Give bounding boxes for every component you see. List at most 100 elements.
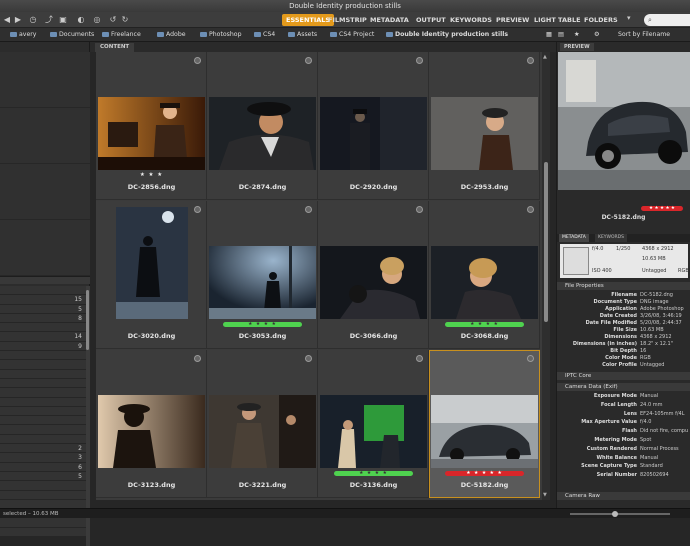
tab-metadata[interactable]: METADATA	[559, 234, 589, 242]
filter-row[interactable]	[0, 286, 86, 296]
workspace-menu-chevron-icon[interactable]: ▾	[627, 14, 631, 22]
filter-panel-header[interactable]	[0, 276, 90, 284]
filter-row[interactable]: 15	[0, 295, 86, 305]
rating-stars[interactable]: ★ ★ ★	[96, 172, 207, 178]
filter-row[interactable]	[0, 490, 86, 500]
thumbnail-cell[interactable]: DC-2953.dng	[429, 52, 540, 200]
label-bar[interactable]: ★ ★ ★ ★	[223, 322, 302, 327]
thumbnail-cell[interactable]: ★ ★ ★ ★ DC-3068.dng	[429, 201, 540, 349]
breadcrumb-adobe[interactable]: Adobe	[157, 28, 186, 42]
reveal-icon[interactable]: ⤴	[44, 15, 54, 25]
section-camera-raw[interactable]: Camera Raw	[557, 492, 690, 500]
workspace-metadata[interactable]: METADATA	[366, 14, 413, 26]
filter-row[interactable]: 5	[0, 304, 86, 314]
rotate-left-icon[interactable]: ↺	[108, 15, 118, 25]
scroll-thumb[interactable]	[86, 290, 89, 350]
section-file-properties[interactable]: File Properties	[557, 282, 690, 290]
filter-row[interactable]	[0, 518, 86, 528]
filter-row[interactable]	[0, 406, 86, 417]
content-grid: ★ ★ ★ DC-2856.dng DC-2874.dng DC-2920.dn…	[96, 52, 542, 500]
slider-knob[interactable]	[612, 511, 618, 517]
label-bar[interactable]: ★ ★ ★ ★ ★	[445, 471, 524, 476]
workspace-filmstrip[interactable]: FILMSTRIP	[324, 14, 371, 26]
filter-row[interactable]: 9	[0, 341, 86, 352]
filter-row[interactable]: 6	[0, 462, 86, 472]
history-icon[interactable]: ◷	[28, 15, 38, 25]
workspace-preview[interactable]: PREVIEW	[492, 14, 533, 26]
thumbnail-cell[interactable]: DC-3123.dng	[96, 350, 207, 498]
filter-row[interactable]	[0, 434, 86, 445]
view-list-icon[interactable]: ▤	[558, 28, 564, 42]
breadcrumb-current-folder[interactable]: Double Identity production stills	[386, 28, 508, 42]
options-icon[interactable]: ⚙	[594, 28, 600, 42]
thumbnail-size-slider[interactable]	[570, 513, 670, 515]
section-camera-data[interactable]: Camera Data (Exif)	[557, 383, 690, 391]
tab-content[interactable]: CONTENT	[95, 43, 135, 52]
filter-row[interactable]	[0, 425, 86, 435]
filter-row[interactable]: 8	[0, 313, 86, 324]
filter-row[interactable]: 5	[0, 471, 86, 482]
content-scrollbar[interactable]: ▲ ▼	[542, 52, 550, 500]
label-bar[interactable]: ★ ★ ★ ★	[445, 322, 524, 327]
forward-icon[interactable]: ▶	[13, 15, 23, 25]
filter-row[interactable]: 3	[0, 453, 86, 463]
scroll-down-icon[interactable]: ▼	[543, 492, 547, 498]
filter-row[interactable]: 14	[0, 332, 86, 342]
breadcrumb-assets[interactable]: Assets	[288, 28, 317, 42]
filter-row[interactable]	[0, 323, 86, 333]
rotate-right-icon[interactable]: ↻	[120, 15, 130, 25]
thumbnail-cell[interactable]: DC-3221.dng	[207, 350, 318, 498]
filter-row[interactable]: 2	[0, 444, 86, 454]
tab-keywords[interactable]: KEYWORDS	[595, 234, 627, 242]
scroll-thumb[interactable]	[544, 162, 548, 322]
folder-icon	[157, 31, 164, 37]
thumbnail-cell[interactable]: ★ ★ ★ ★ DC-3053.dng	[207, 201, 318, 349]
list-item[interactable]	[0, 220, 90, 276]
workspace-light-table[interactable]: LIGHT TABLE	[530, 14, 585, 26]
workspace-output[interactable]: OUTPUT	[412, 14, 450, 26]
breadcrumb-cs4[interactable]: CS4	[254, 28, 275, 42]
camera-icon[interactable]: ▣	[58, 15, 68, 25]
filter-row[interactable]	[0, 527, 86, 538]
filter-row[interactable]	[0, 351, 86, 361]
workspace-keywords[interactable]: KEYWORDS	[446, 14, 496, 26]
filter-row[interactable]	[0, 481, 86, 491]
breadcrumb-cs4-project[interactable]: CS4 Project	[330, 28, 374, 42]
filter-row[interactable]	[0, 378, 86, 389]
open-in-camera-raw-icon[interactable]: ◎	[92, 15, 102, 25]
list-item[interactable]	[0, 108, 90, 164]
thumbnail-cell[interactable]: ★ ★ ★ DC-2856.dng	[96, 52, 207, 200]
refine-icon[interactable]: ◐	[76, 15, 86, 25]
scroll-up-icon[interactable]: ▲	[543, 54, 547, 60]
filter-row[interactable]	[0, 360, 86, 370]
thumbnail-cell[interactable]: DC-3066.dng	[318, 201, 429, 349]
workspace-folders[interactable]: FOLDERS	[580, 14, 622, 26]
label-bar[interactable]: ★ ★ ★ ★	[334, 471, 413, 476]
filter-row[interactable]	[0, 397, 86, 407]
thumbnail-image	[209, 246, 316, 319]
breadcrumb-avery[interactable]: avery	[10, 28, 36, 42]
thumbnail-image	[431, 97, 538, 170]
breadcrumb-photoshop[interactable]: Photoshop	[200, 28, 242, 42]
breadcrumb-documents[interactable]: Documents	[50, 28, 94, 42]
thumbnail-cell[interactable]: DC-2874.dng	[207, 52, 318, 200]
left-scrollbar[interactable]	[86, 286, 90, 546]
list-item[interactable]	[0, 52, 90, 108]
view-grid-icon[interactable]: ▦	[546, 28, 552, 42]
section-iptc-core[interactable]: IPTC Core	[557, 372, 690, 380]
thumbnail-cell[interactable]: DC-2920.dng	[318, 52, 429, 200]
preview-label-bar[interactable]: ★ ★ ★ ★ ★	[641, 206, 683, 211]
thumbnail-cell[interactable]: ★ ★ ★ ★ DC-3136.dng	[318, 350, 429, 498]
tab-preview[interactable]: PREVIEW	[560, 43, 594, 51]
thumbnail-cell-selected[interactable]: ★ ★ ★ ★ ★ DC-5182.dng	[429, 350, 540, 498]
list-item[interactable]	[0, 164, 90, 220]
filter-row[interactable]	[0, 369, 86, 379]
thumbnail-cell[interactable]: DC-3020.dng	[96, 201, 207, 349]
back-icon[interactable]: ◀	[2, 15, 12, 25]
breadcrumb-freelance[interactable]: Freelance	[102, 28, 141, 42]
filter-row[interactable]	[0, 388, 86, 398]
sort-menu[interactable]: Sort by Filename	[618, 28, 670, 42]
filter-star-icon[interactable]: ★	[574, 28, 580, 42]
filter-row[interactable]	[0, 416, 86, 426]
search-input[interactable]: ⌕	[644, 14, 690, 26]
